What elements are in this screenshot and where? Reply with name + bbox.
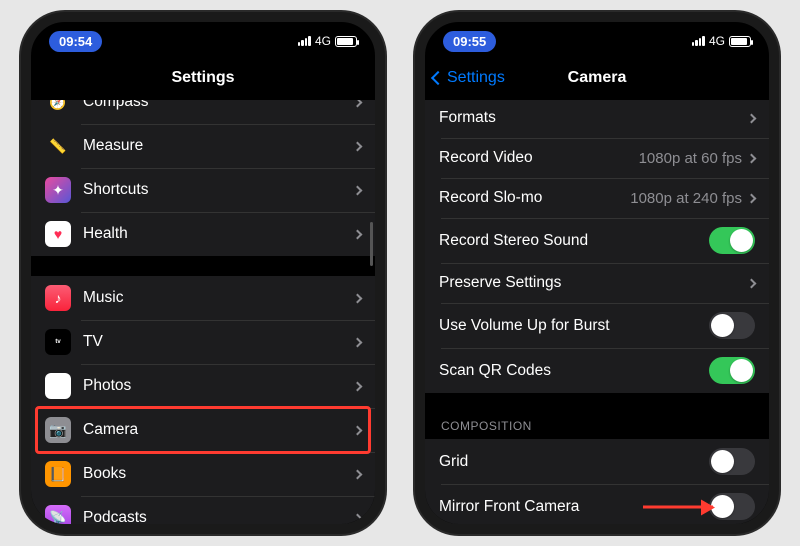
volburst-toggle[interactable]	[709, 312, 755, 339]
settings-list[interactable]: 🧭 Compass 📏 Measure ✦ Shortcuts ♥ Health ♪ Music ᵗ…	[31, 100, 375, 524]
phone-camera-settings: 09:55 4G Settings Camera Formats Record V…	[415, 12, 779, 534]
settings-row-music[interactable]: ♪ Music	[31, 276, 375, 320]
chevron-right-icon	[353, 513, 363, 523]
row-label: Record Stereo Sound	[439, 232, 709, 250]
chevron-right-icon	[353, 229, 363, 239]
status-right: 4G	[298, 34, 357, 48]
row-detail: 1080p at 60 fps	[639, 150, 742, 167]
grid-toggle[interactable]	[709, 448, 755, 475]
arrow-annotation	[643, 505, 713, 508]
status-time-badge[interactable]: 09:55	[443, 31, 496, 52]
row-label: Books	[83, 465, 354, 483]
settings-row-camera[interactable]: 📷 Camera	[31, 408, 375, 452]
row-label: Formats	[439, 109, 748, 127]
chevron-right-icon	[353, 469, 363, 479]
row-label: Music	[83, 289, 354, 307]
measure-icon: 📏	[45, 133, 71, 159]
podcasts-icon: 📡	[45, 505, 71, 524]
books-icon: 📙	[45, 461, 71, 487]
row-label: Camera	[83, 421, 354, 439]
camera-row-qr: Scan QR Codes	[425, 348, 769, 393]
row-label: Podcasts	[83, 509, 354, 524]
scrollbar-icon	[370, 222, 373, 266]
camera-icon: 📷	[45, 417, 71, 443]
chevron-right-icon	[353, 293, 363, 303]
chevron-right-icon	[353, 185, 363, 195]
camera-row-preserve[interactable]: Preserve Settings	[425, 263, 769, 303]
row-label: Record Slo-mo	[439, 189, 630, 207]
settings-row-compass[interactable]: 🧭 Compass	[31, 100, 375, 124]
settings-row-health[interactable]: ♥ Health	[31, 212, 375, 256]
settings-row-measure[interactable]: 📏 Measure	[31, 124, 375, 168]
camera-row-formats[interactable]: Formats	[425, 100, 769, 138]
mirror-toggle[interactable]	[709, 493, 755, 520]
tv-icon: ᵗᵛ	[45, 329, 71, 355]
chevron-right-icon	[747, 278, 757, 288]
stereo-toggle[interactable]	[709, 227, 755, 254]
music-icon: ♪	[45, 285, 71, 311]
camera-row-volburst: Use Volume Up for Burst	[425, 303, 769, 348]
row-label: Grid	[439, 453, 709, 471]
chevron-right-icon	[353, 425, 363, 435]
nav-title: Settings	[171, 69, 234, 87]
battery-icon	[335, 36, 357, 47]
row-label: Use Volume Up for Burst	[439, 317, 709, 335]
settings-row-podcasts[interactable]: 📡 Podcasts	[31, 496, 375, 524]
row-label: Health	[83, 225, 354, 243]
health-icon: ♥	[45, 221, 71, 247]
settings-row-photos[interactable]: ✿ Photos	[31, 364, 375, 408]
compass-icon: 🧭	[45, 100, 71, 115]
chevron-right-icon	[353, 381, 363, 391]
photos-icon: ✿	[45, 373, 71, 399]
row-label: Record Video	[439, 149, 639, 167]
row-label: Photos	[83, 377, 354, 395]
notch	[128, 22, 278, 46]
nav-title: Camera	[568, 69, 627, 87]
row-label: Scan QR Codes	[439, 362, 709, 380]
chevron-left-icon	[431, 71, 445, 85]
chevron-right-icon	[353, 100, 363, 107]
settings-row-books[interactable]: 📙 Books	[31, 452, 375, 496]
nav-bar: Settings	[31, 56, 375, 100]
row-detail: 1080p at 240 fps	[630, 190, 742, 207]
status-time-badge[interactable]: 09:54	[49, 31, 102, 52]
phone-settings: 09:54 4G Settings 🧭 Compass 📏 Measure ✦ Short…	[21, 12, 385, 534]
chevron-right-icon	[747, 113, 757, 123]
chevron-right-icon	[747, 193, 757, 203]
nav-bar: Settings Camera	[425, 56, 769, 100]
chevron-right-icon	[353, 337, 363, 347]
back-button[interactable]: Settings	[433, 69, 505, 87]
settings-row-tv[interactable]: ᵗᵛ TV	[31, 320, 375, 364]
status-right: 4G	[692, 34, 751, 48]
camera-settings-list[interactable]: FormatsRecord Video1080p at 60 fpsRecord…	[425, 100, 769, 524]
notch	[522, 22, 672, 46]
camera-row-mirror: Mirror Front Camera	[425, 484, 769, 524]
settings-row-shortcuts[interactable]: ✦ Shortcuts	[31, 168, 375, 212]
qr-toggle[interactable]	[709, 357, 755, 384]
battery-icon	[729, 36, 751, 47]
camera-row-stereo: Record Stereo Sound	[425, 218, 769, 263]
row-label: Preserve Settings	[439, 274, 748, 292]
camera-row-recslomo[interactable]: Record Slo-mo1080p at 240 fps	[425, 178, 769, 218]
section-header: COMPOSITION	[425, 413, 769, 439]
row-label: Compass	[83, 100, 354, 111]
cellular-type: 4G	[315, 34, 331, 48]
chevron-right-icon	[747, 153, 757, 163]
chevron-right-icon	[353, 141, 363, 151]
shortcuts-icon: ✦	[45, 177, 71, 203]
signal-icon	[298, 36, 311, 46]
row-label: Measure	[83, 137, 354, 155]
camera-row-recvideo[interactable]: Record Video1080p at 60 fps	[425, 138, 769, 178]
camera-row-grid: Grid	[425, 439, 769, 484]
cellular-type: 4G	[709, 34, 725, 48]
back-label: Settings	[447, 69, 505, 87]
signal-icon	[692, 36, 705, 46]
row-label: Shortcuts	[83, 181, 354, 199]
row-label: TV	[83, 333, 354, 351]
